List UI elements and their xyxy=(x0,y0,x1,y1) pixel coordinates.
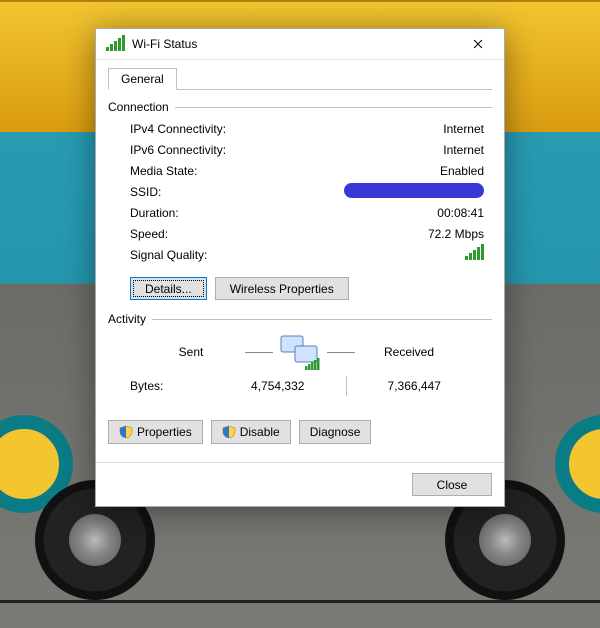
diagnose-label: Diagnose xyxy=(310,425,361,439)
row-ipv6: IPv6 Connectivity: Internet xyxy=(130,139,484,160)
background-ground xyxy=(0,600,600,603)
disable-label: Disable xyxy=(240,425,280,439)
close-button[interactable]: Close xyxy=(412,473,492,496)
signal-bars-icon xyxy=(465,246,484,260)
duration-label: Duration: xyxy=(130,206,290,220)
details-button[interactable]: Details... xyxy=(130,277,207,300)
wifi-icon xyxy=(106,37,125,51)
redaction-blob xyxy=(344,183,484,198)
media-label: Media State: xyxy=(130,164,290,178)
speed-label: Speed: xyxy=(130,227,290,241)
bytes-sent-value: 4,754,332 xyxy=(210,379,346,393)
shield-icon xyxy=(222,425,236,439)
row-signal: Signal Quality: xyxy=(130,244,484,265)
close-icon[interactable] xyxy=(458,32,498,56)
ssid-value-redacted xyxy=(290,183,484,201)
shield-icon xyxy=(119,425,133,439)
wireless-properties-button[interactable]: Wireless Properties xyxy=(215,277,349,300)
connection-header: Connection xyxy=(108,100,169,114)
desktop-background: Wi-Fi Status General Connection IPv4 Con… xyxy=(0,0,600,628)
ipv4-value: Internet xyxy=(290,122,484,136)
titlebar[interactable]: Wi-Fi Status xyxy=(96,29,504,60)
received-label: Received xyxy=(359,345,459,359)
sent-label: Sent xyxy=(141,345,241,359)
background-decor xyxy=(555,415,600,513)
tabstrip: General xyxy=(108,68,492,90)
row-duration: Duration: 00:08:41 xyxy=(130,202,484,223)
network-activity-icon xyxy=(277,332,323,372)
divider xyxy=(245,352,273,353)
signal-label: Signal Quality: xyxy=(130,248,290,262)
row-ssid: SSID: xyxy=(130,181,484,202)
row-speed: Speed: 72.2 Mbps xyxy=(130,223,484,244)
properties-label: Properties xyxy=(137,425,192,439)
media-value: Enabled xyxy=(290,164,484,178)
ipv6-value: Internet xyxy=(290,143,484,157)
window-title: Wi-Fi Status xyxy=(132,37,197,51)
ipv6-label: IPv6 Connectivity: xyxy=(130,143,290,157)
activity-header: Activity xyxy=(108,312,146,326)
ssid-label: SSID: xyxy=(130,185,290,199)
diagnose-button[interactable]: Diagnose xyxy=(299,420,372,444)
ipv4-label: IPv4 Connectivity: xyxy=(130,122,290,136)
properties-button[interactable]: Properties xyxy=(108,420,203,444)
group-connection: Connection xyxy=(108,100,492,114)
row-media: Media State: Enabled xyxy=(130,160,484,181)
signal-value xyxy=(290,246,484,263)
group-activity: Activity xyxy=(108,312,492,326)
row-ipv4: IPv4 Connectivity: Internet xyxy=(130,118,484,139)
divider xyxy=(327,352,355,353)
speed-value: 72.2 Mbps xyxy=(290,227,484,241)
bytes-label: Bytes: xyxy=(118,379,210,393)
wifi-status-dialog: Wi-Fi Status General Connection IPv4 Con… xyxy=(95,28,505,507)
tab-general[interactable]: General xyxy=(108,68,177,90)
disable-button[interactable]: Disable xyxy=(211,420,291,444)
bytes-received-value: 7,366,447 xyxy=(347,379,483,393)
duration-value: 00:08:41 xyxy=(290,206,484,220)
